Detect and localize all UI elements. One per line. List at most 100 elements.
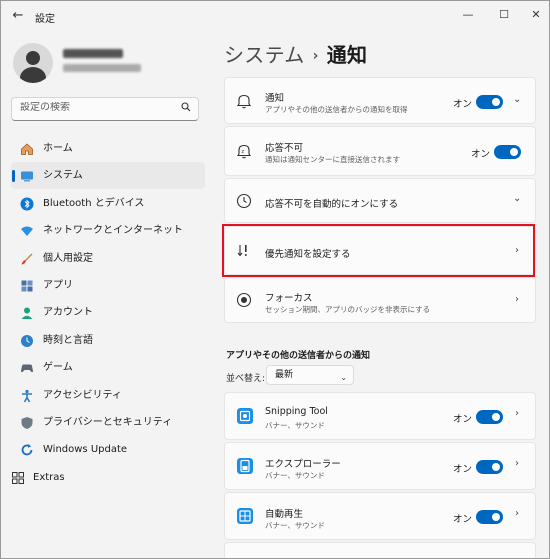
app-row-partial[interactable] [224, 542, 536, 558]
bell-snooze-icon: z [236, 144, 252, 159]
breadcrumb: システム › 通知 [224, 39, 367, 68]
sidebar-item-windows-update[interactable]: Windows Update [11, 436, 205, 463]
dnd-subtitle: 通知は通知センターに直接送信されます [265, 155, 400, 164]
sidebar-item-personalization[interactable]: 個人用設定 [11, 245, 205, 272]
sidebar-item-account[interactable]: アカウント [11, 299, 205, 326]
app-toggle[interactable] [476, 460, 503, 474]
focus-title: フォーカス [265, 293, 313, 304]
breadcrumb-parent[interactable]: システム [224, 43, 305, 67]
focus-subtitle: セッション期間、アプリのバッジを非表示にする [265, 305, 431, 314]
chevron-right-icon[interactable]: › [515, 458, 519, 469]
app-name: エクスプローラー [265, 459, 341, 470]
sidebar-item-apps[interactable]: アプリ [11, 272, 205, 299]
account-icon [21, 307, 33, 320]
chevron-down-icon: ⌄ [340, 373, 347, 382]
settings-window: ← 設定 — ☐ ✕ ホーム システム Bluetooth とデバイス [0, 0, 550, 559]
system-icon [21, 171, 33, 182]
avatar-body [20, 67, 46, 83]
app-toggle[interactable] [476, 410, 503, 424]
sidebar-item-system[interactable]: システム [11, 162, 205, 190]
bell-icon [236, 94, 252, 108]
shield-icon [21, 416, 33, 429]
home-icon [21, 143, 33, 155]
chevron-right-icon[interactable]: › [515, 508, 519, 519]
chevron-right-icon[interactable]: › [515, 294, 519, 305]
close-button[interactable]: ✕ [521, 5, 549, 25]
chevron-right-icon[interactable]: › [515, 408, 519, 419]
sidebar-item-label: アカウント [43, 307, 93, 319]
dnd-title: 応答不可 [265, 143, 304, 154]
globe-clock-icon [21, 334, 33, 347]
app-row-snipping-tool[interactable]: Snipping Tool バナー、サウンド オン › [224, 392, 536, 440]
sort-value: 最新 [275, 370, 294, 380]
maximize-button[interactable]: ☐ [489, 5, 519, 25]
minimize-button[interactable]: — [453, 5, 483, 25]
sidebar-item-home[interactable]: ホーム [11, 135, 205, 162]
back-button[interactable]: ← [9, 7, 27, 25]
notifications-toggle[interactable] [476, 95, 503, 109]
accessibility-icon [22, 389, 32, 402]
app-toggle[interactable] [476, 510, 503, 524]
sidebar-item-accessibility[interactable]: アクセシビリティ [11, 382, 205, 409]
search-box[interactable] [11, 97, 199, 121]
brush-icon [21, 253, 33, 265]
focus-card[interactable]: フォーカス セッション期間、アプリのバッジを非表示にする › [224, 277, 536, 323]
sidebar-item-label: Bluetooth とデバイス [43, 197, 145, 209]
app-row-autoplay[interactable]: 自動再生 バナー、サウンド オン › [224, 492, 536, 540]
search-icon[interactable] [181, 102, 191, 115]
sidebar-item-extras[interactable]: Extras [11, 468, 65, 488]
snipping-tool-icon [237, 408, 253, 424]
app-toggle-label: オン [453, 414, 473, 425]
sidebar-item-label: 時刻と言語 [43, 334, 93, 346]
highlight-box [222, 224, 535, 277]
breadcrumb-separator: › [312, 48, 319, 64]
app-subtitle: バナー、サウンド [265, 421, 325, 430]
sidebar-item-privacy-security[interactable]: プライバシーとセキュリティ [11, 409, 205, 436]
title-bar: ← 設定 — ☐ ✕ [1, 1, 549, 31]
notifications-toggle-label: オン [453, 99, 473, 110]
dnd-auto-card[interactable]: 応答不可を自動的にオンにする ⌄ [224, 178, 536, 223]
dnd-card: z 応答不可 通知は通知センターに直接送信されます オン [224, 126, 536, 176]
search-input[interactable] [20, 102, 180, 113]
autoplay-icon [237, 508, 253, 524]
avatar[interactable] [13, 43, 53, 83]
notifications-card[interactable]: 通知 アプリやその他の送信者からの通知を取得 オン ⌄ [224, 77, 536, 124]
bluetooth-icon [20, 197, 34, 211]
dnd-auto-title: 応答不可を自動的にオンにする [265, 199, 399, 210]
sidebar-item-label: 個人用設定 [43, 252, 93, 264]
app-row-explorer[interactable]: エクスプローラー バナー、サウンド オン › [224, 442, 536, 490]
sidebar-item-label: ネットワークとインターネット [43, 225, 183, 237]
sidebar-item-network[interactable]: ネットワークとインターネット [11, 217, 205, 244]
game-icon [21, 364, 33, 373]
svg-text:z: z [242, 149, 245, 155]
page-title: 通知 [326, 43, 368, 67]
sort-dropdown[interactable]: 最新 ⌄ [266, 365, 354, 385]
sidebar-item-gaming[interactable]: ゲーム [11, 354, 205, 381]
app-subtitle: バナー、サウンド [265, 471, 325, 480]
dnd-toggle[interactable] [494, 145, 521, 159]
chevron-down-icon[interactable]: ⌄ [513, 94, 521, 105]
network-icon [21, 226, 33, 237]
avatar-head [26, 51, 40, 65]
sidebar-item-label: ホーム [43, 143, 73, 154]
explorer-icon [237, 458, 253, 474]
app-subtitle: バナー、サウンド [265, 521, 325, 530]
sidebar-item-label: アクセシビリティ [43, 389, 122, 401]
chevron-down-icon[interactable]: ⌄ [513, 193, 521, 204]
app-title: 設定 [35, 14, 55, 25]
app-toggle-label: オン [453, 464, 473, 475]
sort-label: 並べ替え: [226, 374, 266, 384]
apps-section-heading: アプリやその他の送信者からの通知 [226, 351, 371, 361]
dnd-toggle-label: オン [471, 149, 491, 160]
apps-icon [21, 280, 33, 292]
sidebar-item-label: ゲーム [43, 362, 73, 374]
notifications-subtitle: アプリやその他の送信者からの通知を取得 [265, 105, 408, 114]
focus-icon [236, 292, 252, 308]
app-name: Snipping Tool [265, 406, 328, 417]
sidebar-item-bluetooth[interactable]: Bluetooth とデバイス [11, 190, 205, 217]
app-name: 自動再生 [265, 509, 304, 520]
sidebar-item-label: システム [43, 170, 83, 182]
clock-schedule-icon [236, 193, 252, 208]
app-toggle-label: オン [453, 514, 473, 525]
sidebar-item-time-language[interactable]: 時刻と言語 [11, 327, 205, 354]
